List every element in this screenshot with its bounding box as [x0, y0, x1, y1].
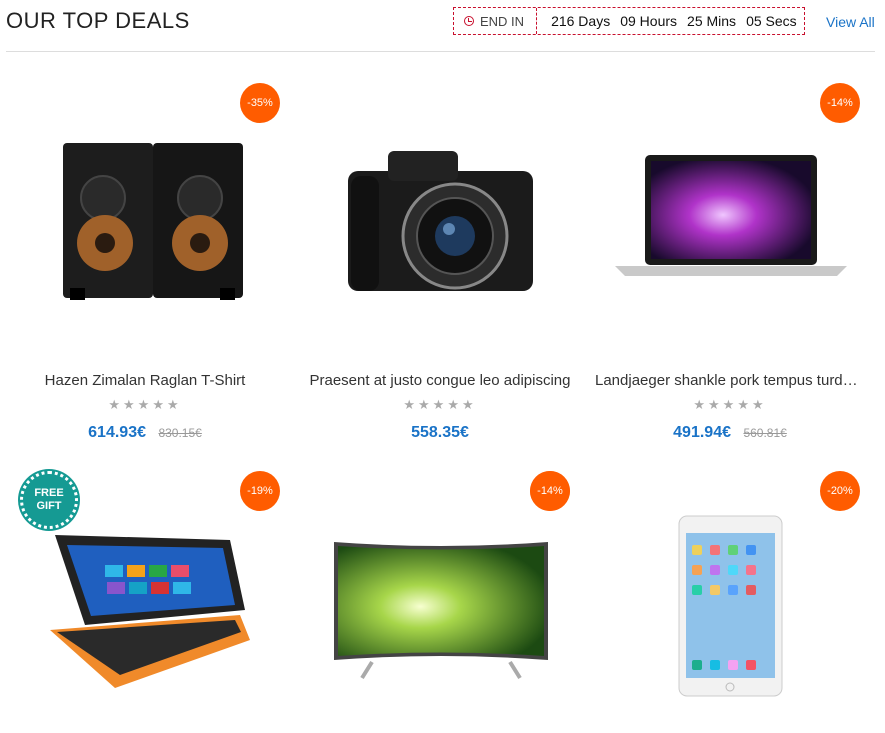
end-in-text: END IN — [480, 13, 525, 29]
tv-image[interactable] — [332, 540, 550, 680]
rating-stars: ★★★★★ — [403, 397, 477, 412]
current-price: 491.94€ — [673, 424, 731, 441]
discount-badge: -14% — [530, 471, 570, 511]
gift-label: FREE GIFT — [34, 487, 64, 512]
product-name[interactable]: Hazen Zimalan Raglan T-Shirt — [10, 372, 280, 389]
discount-badge: -19% — [240, 471, 280, 511]
product-card[interactable]: -14% Praesent at justo congue leo adipis… — [295, 68, 585, 511]
current-price: 558.35€ — [411, 424, 469, 441]
end-in-label: END IN — [454, 8, 538, 34]
rating-stars: ★★★★★ — [108, 397, 182, 412]
countdown-days: 216 Days — [551, 13, 611, 29]
old-price: 830.15€ — [158, 426, 202, 440]
discount-badge: -14% — [820, 83, 860, 123]
camera-image[interactable] — [343, 146, 538, 301]
countdown-hours: 09 Hours — [620, 13, 678, 29]
free-gift-badge: FREE GIFT — [20, 471, 78, 529]
product-card[interactable]: -35% Hazen Zimalan Raglan T-Shirt ★★★★★ … — [0, 68, 290, 453]
countdown-timer: END IN 216 Days 09 Hours 25 Mins 05 Secs — [453, 7, 805, 35]
clock-icon — [464, 16, 474, 26]
laptop-image[interactable] — [615, 153, 847, 278]
deals-header: OUR TOP DEALS END IN 216 Days 09 Hours 2… — [0, 0, 885, 52]
header-divider — [6, 51, 875, 52]
price-block: 614.93€ 830.15€ — [0, 424, 290, 442]
price-block: 491.94€ 560.81€ — [585, 424, 875, 442]
old-price: 560.81€ — [743, 426, 787, 440]
countdown-mins: 25 Mins — [687, 13, 737, 29]
product-card[interactable]: -14% Landjaeger shankle pork tempus turd… — [585, 68, 875, 453]
convertible-laptop-image[interactable] — [45, 530, 250, 690]
product-name[interactable]: Landjaeger shankle pork tempus turducken — [595, 372, 865, 389]
rating-stars: ★★★★★ — [693, 397, 767, 412]
current-price: 614.93€ — [88, 424, 146, 441]
countdown-secs: 05 Secs — [746, 13, 797, 29]
speaker-image[interactable] — [55, 138, 250, 308]
section-title: OUR TOP DEALS — [6, 8, 190, 33]
view-all-link[interactable]: View All — [826, 14, 875, 30]
discount-badge: -20% — [820, 471, 860, 511]
product-name[interactable]: Praesent at justo congue leo adipiscing — [305, 372, 575, 389]
tablet-image[interactable] — [678, 515, 783, 697]
discount-badge: -35% — [240, 83, 280, 123]
price-block: 558.35€ — [295, 424, 585, 442]
badge-text: -14% — [537, 485, 563, 497]
